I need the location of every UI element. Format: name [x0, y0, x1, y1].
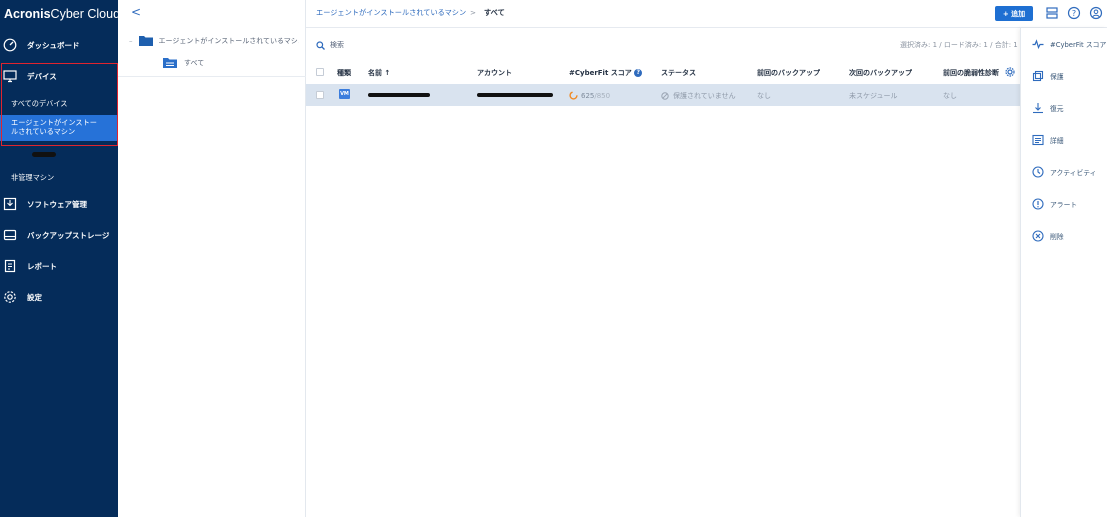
- cyberfit-score[interactable]: 625/850: [569, 91, 610, 100]
- brand-logo: Acronis Cyber Cloud: [4, 6, 121, 21]
- sidebar-subitem-label: すべてのデバイス: [11, 99, 68, 108]
- monitor-icon: [3, 70, 17, 83]
- folder-group-icon: [163, 58, 177, 68]
- breadcrumb-current: すべて: [484, 8, 505, 17]
- action-label: 保護: [1050, 73, 1064, 81]
- report-icon: [4, 259, 16, 273]
- column-header-last-scan[interactable]: 前回の脆弱性診断: [943, 68, 999, 78]
- collapse-chevron-icon[interactable]: <: [131, 5, 141, 19]
- breadcrumb-separator: >: [470, 8, 477, 17]
- score-value: 625: [581, 91, 595, 100]
- sidebar-item-software[interactable]: ソフトウェア管理: [0, 196, 118, 212]
- column-header-next-backup[interactable]: 次回のバックアップ: [849, 68, 912, 78]
- recover-icon: [1033, 103, 1043, 114]
- action-activity[interactable]: アクティビティ: [1032, 166, 1096, 178]
- redacted-name: [368, 93, 430, 97]
- software-icon: [3, 197, 17, 211]
- pulse-icon: [1032, 39, 1044, 50]
- action-alerts[interactable]: アラート: [1032, 198, 1077, 210]
- help-icon[interactable]: ?: [1067, 6, 1081, 20]
- tree-item-label: すべて: [184, 58, 205, 67]
- column-header-type[interactable]: 種類: [337, 68, 351, 78]
- next-backup-cell: 未スケジュール: [849, 92, 898, 100]
- column-header-last-backup[interactable]: 前回のバックアップ: [757, 68, 820, 78]
- sidebar-item-settings[interactable]: 設定: [0, 289, 118, 305]
- score-max: /850: [594, 91, 611, 100]
- svg-text:?: ?: [1072, 9, 1076, 18]
- action-protect[interactable]: 保護: [1032, 70, 1064, 82]
- vm-type-icon: VM: [339, 89, 350, 99]
- tree-item-label: エージェントがインストールされているマシン: [158, 36, 299, 45]
- action-recover[interactable]: 復元: [1032, 102, 1064, 114]
- tree-item-root[interactable]: – エージェントがインストールされているマシン: [129, 35, 299, 46]
- status-cell: 保護されていません: [661, 91, 736, 101]
- dashboard-icon: [3, 38, 17, 52]
- protect-icon: [1032, 70, 1044, 82]
- gear-icon: [4, 291, 16, 303]
- sidebar-item-label: レポート: [27, 261, 57, 271]
- sidebar-item-backup-storage[interactable]: バックアップストレージ: [0, 227, 118, 243]
- status-text: 保護されていません: [673, 92, 736, 100]
- sidebar-item-label: ソフトウェア管理: [27, 199, 87, 209]
- tree-panel: [118, 0, 306, 517]
- column-header-account[interactable]: アカウント: [477, 68, 512, 78]
- search-icon: [316, 40, 325, 50]
- action-cyberfit[interactable]: #CyberFit スコア: [1032, 38, 1106, 50]
- app-window: Acronis Cyber Cloud ダッシュボード デバイス すべてのデバイ…: [0, 0, 1107, 517]
- details-icon: [1032, 134, 1044, 146]
- search-input[interactable]: 検索: [316, 40, 344, 50]
- score-ring-icon: [569, 91, 578, 100]
- last-scan-cell: なし: [943, 92, 957, 100]
- action-delete[interactable]: 削除: [1032, 230, 1064, 242]
- column-header-cyberfit[interactable]: #CyberFit スコア ?: [569, 68, 643, 78]
- action-label: アラート: [1050, 201, 1078, 209]
- redacted-account: [477, 93, 553, 97]
- delete-icon: [1032, 230, 1044, 242]
- sidebar-subitem-unmanaged[interactable]: 非管理マシン: [0, 173, 118, 183]
- sidebar-item-dashboard[interactable]: ダッシュボード: [0, 37, 118, 53]
- user-account-icon[interactable]: [1089, 6, 1103, 20]
- clock-icon: [1032, 166, 1044, 178]
- action-label: アクティビティ: [1050, 169, 1097, 177]
- storage-icon: [3, 229, 17, 241]
- column-header-status[interactable]: ステータス: [661, 68, 696, 78]
- folder-icon: [138, 36, 153, 46]
- sidebar-item-label: ダッシュボード: [27, 40, 80, 50]
- info-icon[interactable]: ?: [634, 69, 643, 77]
- redacted-item: [32, 152, 56, 157]
- column-settings-icon[interactable]: [1005, 67, 1015, 77]
- sidebar-item-label: 設定: [27, 292, 42, 302]
- add-button[interactable]: + 追加: [995, 6, 1033, 21]
- sidebar-item-reports[interactable]: レポート: [0, 258, 118, 274]
- sidebar-subitem-label: エージェントがインストー: [11, 118, 97, 127]
- not-protected-icon: [661, 92, 669, 100]
- search-placeholder: 検索: [330, 41, 344, 49]
- row-checkbox[interactable]: [316, 91, 324, 99]
- sidebar-item-devices[interactable]: デバイス: [0, 68, 118, 84]
- sidebar-item-label: バックアップストレージ: [27, 230, 110, 240]
- expand-dash-icon: –: [129, 36, 133, 45]
- sidebar-subitem-all-devices[interactable]: すべてのデバイス: [0, 99, 118, 109]
- sidebar-subitem-label: 非管理マシン: [11, 173, 55, 182]
- layout-icon[interactable]: [1045, 6, 1059, 20]
- sidebar-item-label: デバイス: [27, 71, 57, 81]
- divider: [118, 76, 306, 77]
- sidebar-subitem-agent-machines[interactable]: エージェントがインストー ルされているマシン: [0, 115, 118, 141]
- sidebar-subitem-label: ルされているマシン: [11, 127, 76, 136]
- column-header-label: #CyberFit スコア: [569, 69, 632, 77]
- action-details[interactable]: 詳細: [1032, 134, 1064, 146]
- action-label: 詳細: [1050, 137, 1064, 145]
- sidebar: Acronis Cyber Cloud ダッシュボード デバイス すべてのデバイ…: [0, 0, 121, 517]
- action-label: #CyberFit スコア: [1050, 41, 1107, 49]
- select-all-checkbox[interactable]: [316, 68, 324, 76]
- breadcrumb-parent[interactable]: エージェントがインストールされているマシン: [316, 8, 466, 18]
- action-label: 削除: [1050, 233, 1064, 241]
- tree-item-all[interactable]: すべて: [163, 57, 204, 68]
- column-header-name[interactable]: 名前 ↑: [368, 68, 390, 78]
- action-label: 復元: [1050, 105, 1064, 113]
- last-backup-cell: なし: [757, 92, 771, 100]
- alert-icon: [1032, 198, 1044, 210]
- selection-count: 選択済み: 1 / ロード済み: 1 / 合計: 1: [900, 41, 1018, 49]
